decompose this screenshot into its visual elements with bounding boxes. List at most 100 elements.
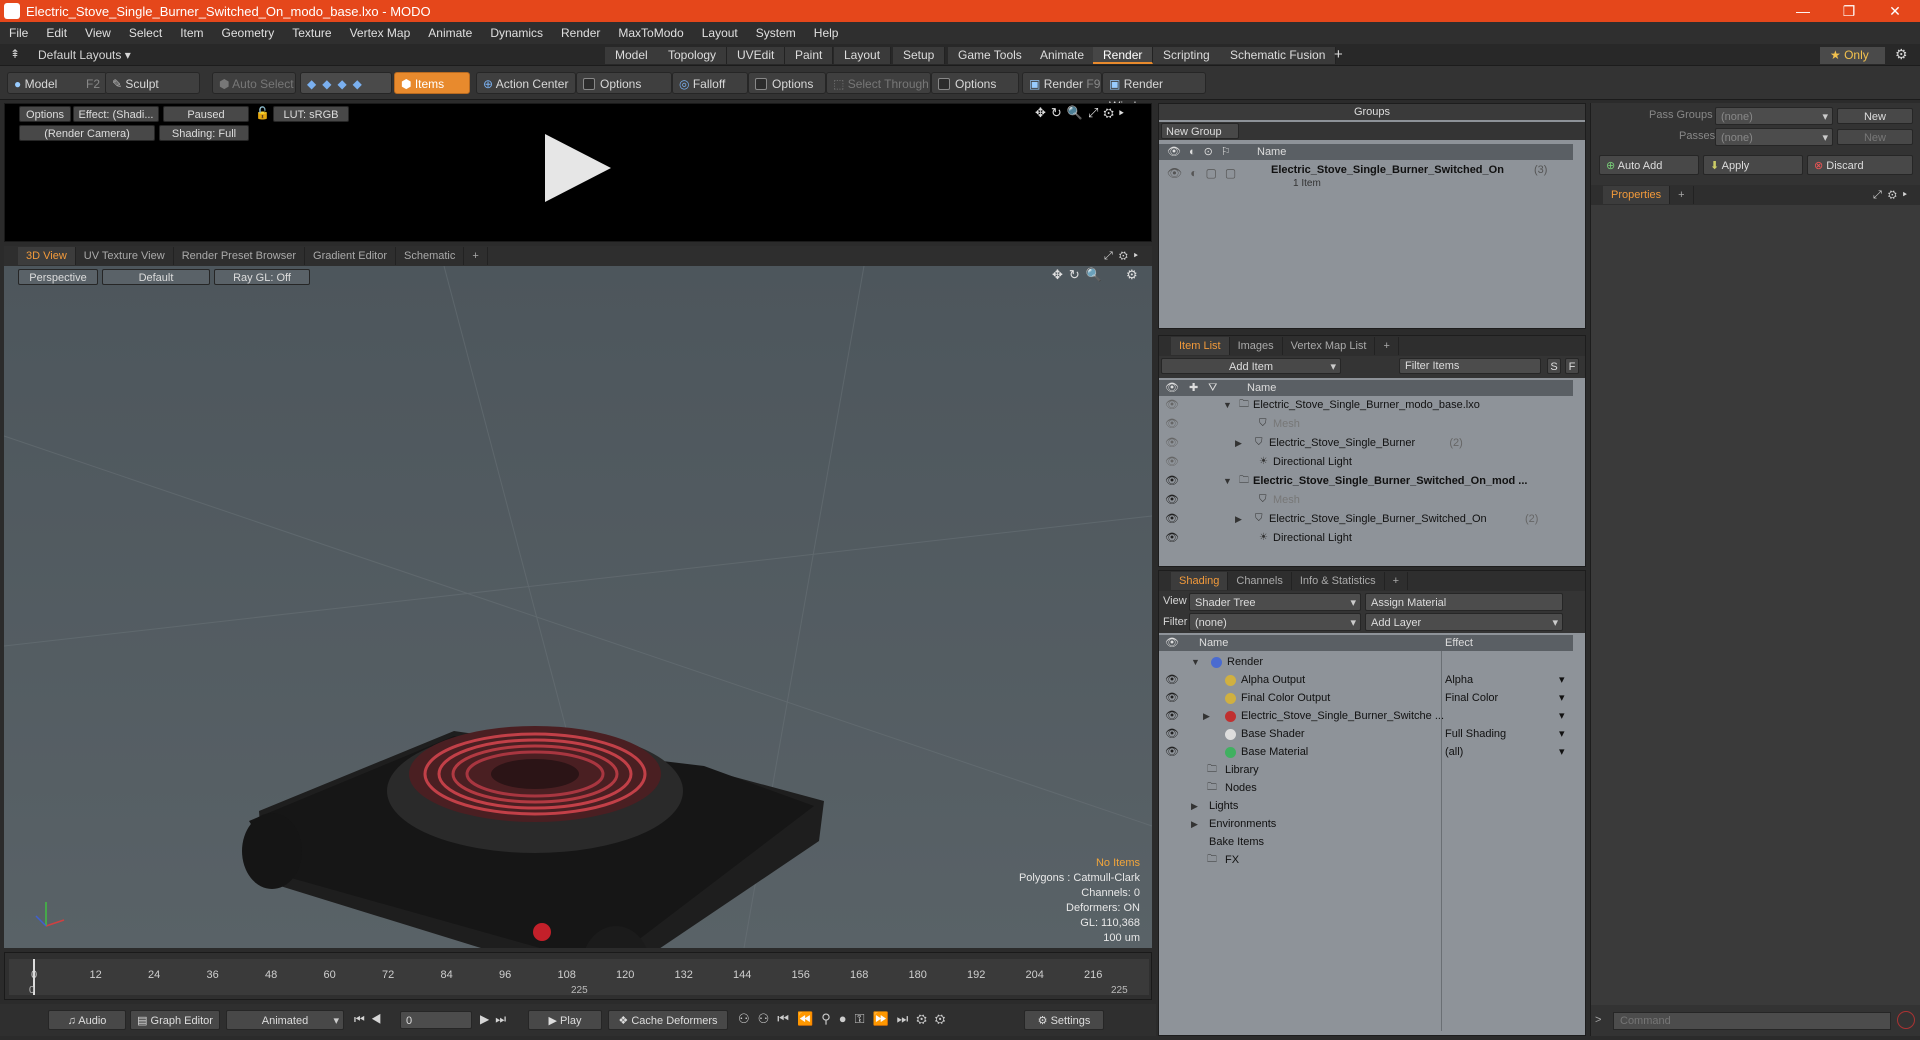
shader-effect-value[interactable]: Full Shading (1445, 725, 1506, 743)
visibility-eye-icon[interactable]: 👁 (1165, 725, 1179, 743)
menu-system[interactable]: System (747, 26, 805, 40)
graph-editor-button[interactable]: ▤ Graph Editor (130, 1010, 220, 1030)
item-list-row[interactable]: 👁 ☀ Directional Light (1159, 453, 1573, 471)
gear-icon[interactable]: ⚙ (1895, 46, 1908, 63)
item-list-row[interactable]: 👁 ▶ ⛉ Electric_Stove_Single_Burner (2) (1159, 434, 1573, 452)
shader-tree-row[interactable]: ▶ Lights (1159, 797, 1573, 815)
expand-arrow-icon[interactable]: ▼ (1223, 396, 1232, 414)
add-item-dropdown[interactable]: Add Item (1161, 358, 1341, 375)
new-pass-button[interactable]: New (1837, 129, 1913, 145)
auto-add-button[interactable]: ⊕ Auto Add (1599, 155, 1699, 175)
viewport-settings-icon[interactable]: ⚙ (1126, 267, 1138, 283)
expand-arrow-icon[interactable]: ▶ (1191, 797, 1198, 815)
expand-arrow-icon[interactable]: ▶ (1191, 815, 1198, 833)
add-properties-tab[interactable]: + (1670, 186, 1694, 204)
tab-model[interactable]: Model (605, 47, 659, 64)
command-input[interactable] (1613, 1012, 1891, 1030)
tab-game-tools[interactable]: Game Tools (948, 47, 1033, 64)
tab-layout[interactable]: Layout (834, 47, 892, 64)
filter-dropdown[interactable]: (none) (1189, 613, 1361, 632)
play-render-icon[interactable] (545, 134, 611, 202)
minimize-button[interactable]: — (1780, 0, 1826, 22)
menu-maxtomodo[interactable]: MaxToModo (609, 26, 692, 40)
new-group-button[interactable]: New Group (1161, 123, 1239, 139)
visibility-eye-icon[interactable]: 👁 (1165, 510, 1179, 528)
pass-groups-dropdown[interactable]: (none) (1715, 107, 1833, 126)
effect-dropdown[interactable]: Effect: (Shadi... (73, 106, 159, 122)
expand-arrow-icon[interactable]: ▼ (1191, 653, 1200, 671)
menu-layout[interactable]: Layout (693, 26, 747, 40)
falloff-button[interactable]: ◎ Falloff (672, 72, 748, 94)
tab-topology[interactable]: Topology (658, 47, 728, 64)
transport-forward-icons[interactable]: ▶⏭ (480, 1012, 512, 1027)
tab-paint[interactable]: Paint (785, 47, 834, 64)
items-mode-button[interactable]: ⬢ Items (394, 72, 470, 94)
tab-gradient-editor[interactable]: Gradient Editor (305, 247, 396, 265)
shader-tree-row[interactable]: ▼ Render (1159, 653, 1573, 671)
tab-vertex-map-list[interactable]: Vertex Map List (1283, 337, 1376, 355)
maximize-button[interactable]: ❐ (1826, 0, 1872, 22)
render-button[interactable]: ▣ Render F9 (1022, 72, 1102, 94)
menu-geometry[interactable]: Geometry (213, 26, 284, 40)
auto-select-button[interactable]: ⬢ Auto Select (212, 72, 296, 94)
shader-tree-row[interactable]: 🗀 Library (1159, 761, 1573, 779)
visibility-eye-icon[interactable]: 👁 (1165, 415, 1179, 433)
tab-info-statistics[interactable]: Info & Statistics (1292, 572, 1385, 590)
shader-tree-row[interactable]: 🗀 Nodes (1159, 779, 1573, 797)
shader-tree-row[interactable]: Bake Items (1159, 833, 1573, 851)
tab-properties[interactable]: Properties (1603, 186, 1671, 204)
falloff-options[interactable]: Options (748, 72, 826, 94)
tab-channels[interactable]: Channels (1228, 572, 1292, 590)
menu-animate[interactable]: Animate (419, 26, 481, 40)
visibility-eye-icon[interactable]: 👁 (1165, 689, 1179, 707)
shading-dropdown[interactable]: Shading: Full (159, 125, 249, 141)
tab-render[interactable]: Render (1093, 47, 1154, 64)
cache-deformers-button[interactable]: ❖ Cache Deformers (608, 1010, 728, 1030)
keyframe-tool-icons[interactable]: ⚇⚇⏮⏪⚲●⚿⏩⏭⚙⚙ (738, 1011, 953, 1027)
lut-dropdown[interactable]: LUT: sRGB (273, 106, 349, 122)
item-list-row[interactable]: 👁 ☀ Directional Light (1159, 529, 1573, 547)
model-mode-button[interactable]: ● Model F2 (7, 72, 107, 94)
tab-schematic[interactable]: Schematic (396, 247, 465, 265)
shader-tree-row[interactable]: 🗀 FX (1159, 851, 1573, 869)
selection-mode-group[interactable]: ◆◆◆◆ (300, 72, 392, 94)
expand-arrow-icon[interactable]: ▶ (1235, 434, 1242, 452)
group-row-toggles[interactable]: 👁◐▢▢ (1167, 166, 1244, 180)
tab-uvedit[interactable]: UVEdit (727, 47, 786, 64)
perspective-dropdown[interactable]: Perspective (18, 269, 98, 285)
item-list-f-button[interactable]: F (1565, 358, 1579, 374)
visibility-eye-icon[interactable]: 👁 (1165, 472, 1179, 490)
discard-button[interactable]: ⊗ Discard (1807, 155, 1913, 175)
menu-texture[interactable]: Texture (283, 26, 340, 40)
lock-icon[interactable]: 🔓 (255, 106, 270, 120)
effect-dropdown-icon[interactable]: ▾ (1559, 671, 1565, 689)
shading-style-dropdown[interactable]: Default (102, 269, 210, 285)
assign-material-button[interactable]: Assign Material (1365, 593, 1563, 611)
add-item-list-tab[interactable]: + (1375, 337, 1399, 355)
shader-effect-value[interactable]: Final Color (1445, 689, 1498, 707)
tab-item-list[interactable]: Item List (1171, 337, 1230, 355)
close-button[interactable]: ✕ (1872, 0, 1918, 22)
record-macro-icon[interactable] (1897, 1011, 1915, 1029)
audio-button[interactable]: ♫ Audio (48, 1010, 126, 1030)
add-tab-button[interactable]: + (1334, 46, 1343, 63)
menu-view[interactable]: View (76, 26, 120, 40)
shader-effect-value[interactable]: (all) (1445, 743, 1463, 761)
menu-file[interactable]: File (0, 26, 37, 40)
menu-select[interactable]: Select (120, 26, 171, 40)
command-expand-icon[interactable]: > (1595, 1014, 1601, 1026)
effect-dropdown-icon[interactable]: ▾ (1559, 725, 1565, 743)
expand-arrow-icon[interactable]: ▶ (1203, 707, 1210, 725)
action-center-options[interactable]: Options (576, 72, 672, 94)
layout-arrow-icon[interactable]: ⇞ (10, 47, 20, 61)
group-row[interactable]: 👁◐▢▢ Electric_Stove_Single_Burner_Switch… (1159, 162, 1573, 192)
visibility-eye-icon[interactable]: 👁 (1165, 671, 1179, 689)
play-button[interactable]: ▶ Play (528, 1010, 602, 1030)
tab-render-preset-browser[interactable]: Render Preset Browser (174, 247, 306, 265)
shader-tree-row[interactable]: 👁 ▶ Electric_Stove_Single_Burner_Switche .… (1159, 707, 1573, 725)
select-through-button[interactable]: ⬚ Select Through (826, 72, 931, 94)
add-shading-tab[interactable]: + (1385, 572, 1409, 590)
sculpt-mode-button[interactable]: ✎ Sculpt (105, 72, 200, 94)
tab-animate[interactable]: Animate (1030, 47, 1096, 64)
visibility-eye-icon[interactable]: 👁 (1165, 707, 1179, 725)
